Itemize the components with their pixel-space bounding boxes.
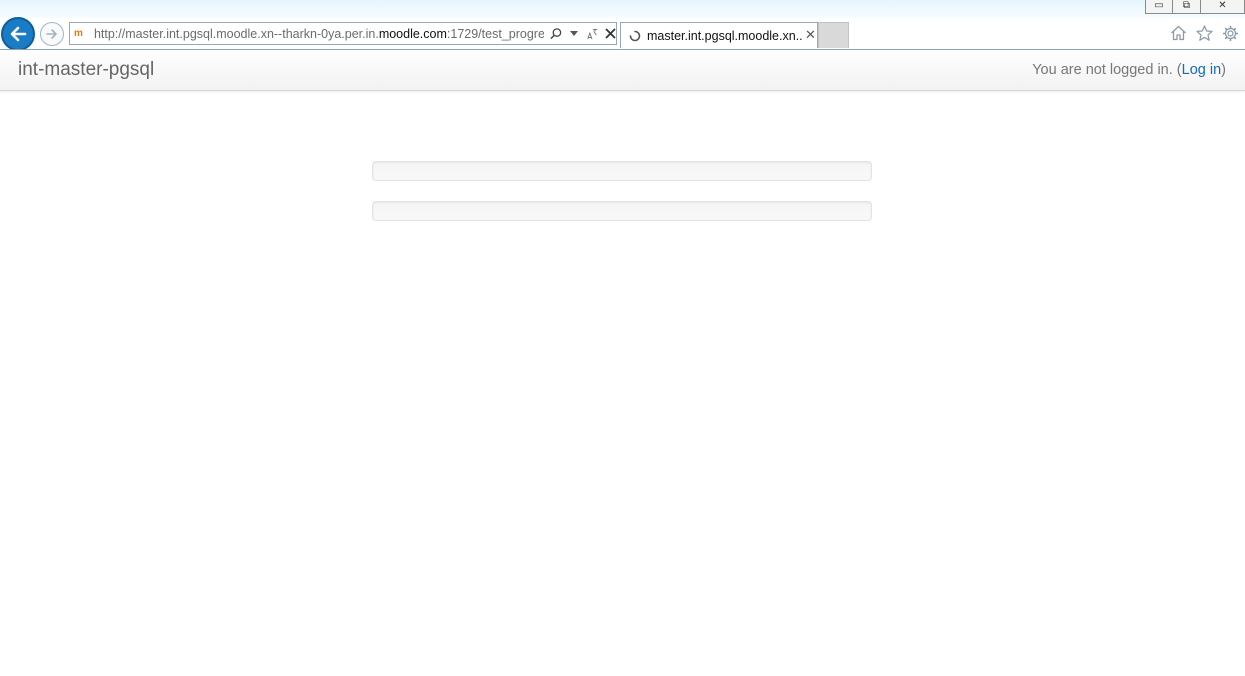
login-suffix: )	[1221, 62, 1226, 78]
login-link[interactable]: Log in	[1182, 62, 1222, 78]
tab-active[interactable]: master.int.pgsql.moodle.xn... ✕	[620, 22, 818, 48]
url-suffix: :1729/test_progress	[446, 26, 544, 41]
browser-chrome: ▭ ⧉ ✕ m http://master.int.pgsql.moodle.x…	[0, 0, 1245, 51]
browser-toolbar	[1169, 24, 1239, 42]
compatibility-icon[interactable]	[586, 26, 598, 42]
new-tab-button[interactable]	[818, 22, 849, 48]
login-info: You are not logged in. (Log in)	[1032, 62, 1226, 78]
site-name[interactable]: int-master-pgsql	[18, 59, 154, 81]
url-prefix: http://master.int.pgsql.moodle.xn--thark…	[93, 26, 379, 41]
search-icon[interactable]	[550, 26, 562, 42]
close-window-button[interactable]: ✕	[1201, 0, 1245, 14]
site-header: int-master-pgsql You are not logged in. …	[0, 50, 1245, 91]
stop-icon[interactable]	[604, 26, 616, 42]
title-bar	[0, 0, 1245, 18]
login-prefix: You are not logged in. (	[1032, 62, 1182, 78]
back-button[interactable]	[1, 17, 35, 51]
dropdown-icon[interactable]	[568, 26, 580, 42]
address-bar[interactable]: m http://master.int.pgsql.moodle.xn--tha…	[69, 22, 617, 45]
restore-button[interactable]: ⧉	[1173, 0, 1201, 14]
url-domain: moodle.com	[378, 26, 447, 41]
minimize-button[interactable]: ▭	[1145, 0, 1173, 14]
url-text[interactable]: http://master.int.pgsql.moodle.xn--thark…	[94, 27, 544, 41]
tab-title: master.int.pgsql.moodle.xn...	[647, 28, 803, 43]
tab-close-icon[interactable]: ✕	[805, 28, 816, 43]
forward-arrow-icon	[46, 29, 57, 39]
address-bar-icons	[550, 26, 616, 42]
loading-spinner-icon	[629, 30, 641, 41]
progress-bar-2	[372, 201, 872, 221]
favorites-star-icon[interactable]	[1195, 24, 1213, 42]
forward-button[interactable]	[40, 22, 64, 46]
progress-bar-1	[372, 161, 872, 181]
window-controls: ▭ ⧉ ✕	[1145, 0, 1245, 14]
gear-icon[interactable]	[1221, 24, 1239, 42]
back-arrow-icon	[10, 26, 27, 42]
moodle-favicon-icon: m	[74, 27, 83, 39]
home-icon[interactable]	[1169, 24, 1187, 42]
